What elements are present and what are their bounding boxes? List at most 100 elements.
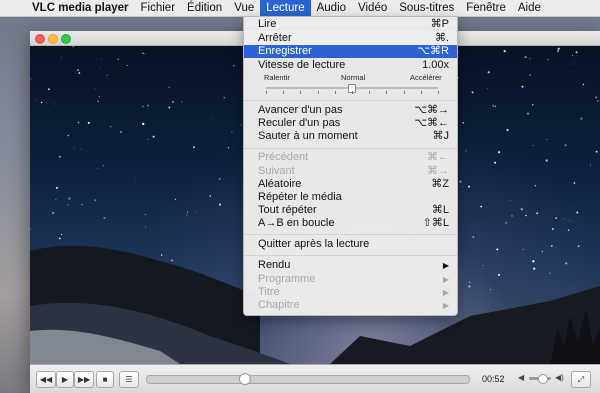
menu-audio[interactable]: Audio — [311, 0, 352, 16]
star — [168, 86, 170, 89]
star — [565, 262, 568, 265]
playback-controls: ◀◀ ▶ ▶▶ ■ ☰ 00:52 ◀ ◀) ⤢ — [30, 364, 600, 393]
star — [595, 150, 598, 153]
speed-slider-tick — [317, 91, 319, 94]
star — [142, 122, 145, 126]
star — [576, 211, 579, 214]
volume-slider[interactable] — [529, 373, 551, 384]
star — [38, 185, 39, 187]
speed-slider-tick — [334, 91, 336, 94]
star — [522, 248, 524, 250]
play-icon: ▶ — [61, 375, 69, 384]
menu-item-shortcut: ⌘← — [427, 151, 449, 163]
volume-knob[interactable] — [538, 373, 549, 384]
menu-item-reculer[interactable]: Reculer d'un pas ⌥⌘← — [244, 117, 457, 130]
star — [573, 182, 576, 184]
menu-fenetre[interactable]: Fenêtre — [460, 0, 512, 16]
menu-item-label: Chapitre — [258, 299, 300, 311]
menu-video[interactable]: Vidéo — [352, 0, 393, 16]
menu-separator — [244, 100, 457, 101]
menu-item-lire[interactable]: Lire ⌘P — [244, 18, 457, 31]
star — [582, 83, 585, 86]
star — [569, 220, 571, 222]
star — [120, 131, 122, 133]
minimize-window-button[interactable] — [48, 34, 58, 44]
star — [58, 155, 61, 158]
star — [541, 250, 543, 253]
menu-sous-titres[interactable]: Sous-titres — [393, 0, 460, 16]
fullscreen-button[interactable]: ⤢ — [571, 371, 591, 388]
star — [47, 88, 50, 91]
star — [555, 247, 557, 249]
menu-item-aleatoire[interactable]: Aléatoire ⌘Z — [244, 178, 457, 191]
elapsed-time: 00:52 — [482, 374, 505, 384]
star — [195, 211, 197, 212]
star — [506, 128, 509, 132]
star — [76, 70, 78, 72]
star — [482, 265, 484, 266]
star — [505, 221, 508, 225]
menu-item-ab-boucle[interactable]: A→B en boucle ⇧⌘L — [244, 217, 457, 230]
star — [231, 131, 233, 133]
volume-high-icon: ◀) — [555, 373, 564, 382]
menu-item-avancer[interactable]: Avancer d'un pas ⌥⌘→ — [244, 104, 457, 117]
speed-slow-label: Ralentir — [264, 73, 290, 82]
star — [40, 101, 43, 104]
star — [465, 150, 467, 152]
menu-separator — [244, 255, 457, 256]
star — [77, 121, 80, 124]
star — [135, 178, 136, 179]
menu-item-shortcut: ⌘J — [432, 130, 450, 142]
star — [545, 159, 548, 162]
star — [80, 148, 81, 150]
playback-speed-slider[interactable] — [266, 84, 439, 94]
menu-item-tout-repeter[interactable]: Tout répéter ⌘L — [244, 204, 457, 217]
menu-lecture[interactable]: Lecture — [260, 0, 311, 16]
menu-aide[interactable]: Aide — [512, 0, 547, 16]
close-window-button[interactable] — [35, 34, 45, 44]
star — [142, 52, 144, 55]
seek-knob[interactable] — [238, 373, 251, 385]
menu-item-label: Enregistrer — [258, 45, 312, 57]
forward-button[interactable]: ▶▶ — [74, 371, 94, 388]
speed-slider-tick — [283, 91, 285, 94]
star — [545, 138, 548, 141]
menu-item-quitter-apres[interactable]: Quitter après la lecture — [244, 238, 457, 251]
menu-edition[interactable]: Édition — [181, 0, 228, 16]
play-button[interactable]: ▶ — [56, 371, 74, 388]
star — [109, 126, 112, 128]
speed-slider-tick — [266, 91, 267, 94]
star — [564, 144, 567, 147]
forward-icon: ▶▶ — [77, 375, 91, 384]
menu-app-vlc[interactable]: VLC media player — [26, 0, 135, 16]
zoom-window-button[interactable] — [61, 34, 71, 44]
menu-vue[interactable]: Vue — [228, 0, 260, 16]
menu-item-shortcut: ⌘→ — [427, 165, 449, 177]
menu-item-sauter[interactable]: Sauter à un moment ⌘J — [244, 130, 457, 143]
star — [532, 104, 534, 106]
star — [496, 248, 499, 251]
playlist-button[interactable]: ☰ — [119, 371, 139, 388]
star — [144, 53, 146, 55]
star — [571, 55, 573, 57]
star — [487, 71, 490, 74]
star — [60, 233, 63, 236]
rewind-button[interactable]: ◀◀ — [36, 371, 56, 388]
menu-separator — [244, 234, 457, 235]
star — [556, 49, 560, 53]
star — [145, 226, 147, 228]
seek-bar[interactable] — [146, 373, 470, 385]
star — [525, 214, 527, 217]
star — [174, 198, 177, 201]
star — [72, 46, 75, 48]
menu-item-arreter[interactable]: Arrêter ⌘. — [244, 32, 457, 45]
stop-button[interactable]: ■ — [96, 371, 114, 388]
menu-fichier[interactable]: Fichier — [135, 0, 182, 16]
star — [106, 74, 108, 76]
star — [557, 47, 560, 50]
menu-item-rendu[interactable]: Rendu ▶ — [244, 259, 457, 272]
menu-item-enregistrer[interactable]: Enregistrer ⌥⌘R — [244, 45, 457, 58]
star — [99, 67, 101, 69]
menu-item-chapitre: Chapitre ▶ — [244, 299, 457, 312]
menu-item-repeter-media[interactable]: Répéter le média — [244, 191, 457, 204]
